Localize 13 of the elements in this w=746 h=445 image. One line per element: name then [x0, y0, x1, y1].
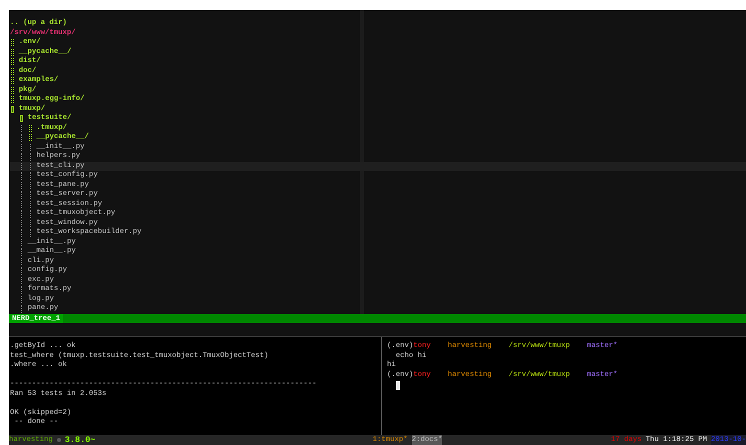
folder-icon[interactable]: [11, 58, 14, 66]
folder-icon[interactable]: [20, 115, 23, 122]
folder-icon[interactable]: [11, 86, 14, 94]
folder-icon[interactable]: [11, 96, 14, 104]
folder-icon[interactable]: [28, 134, 32, 142]
folder-icon[interactable]: [11, 68, 14, 75]
separator-dot-icon: [56, 438, 61, 442]
folder-icon[interactable]: [28, 124, 32, 132]
version-label: 3.8.0~: [64, 435, 96, 445]
folder-icon[interactable]: [11, 48, 14, 56]
folder-icon[interactable]: [11, 39, 14, 46]
folder-icon[interactable]: [11, 106, 14, 113]
folder-icon[interactable]: [11, 77, 14, 84]
